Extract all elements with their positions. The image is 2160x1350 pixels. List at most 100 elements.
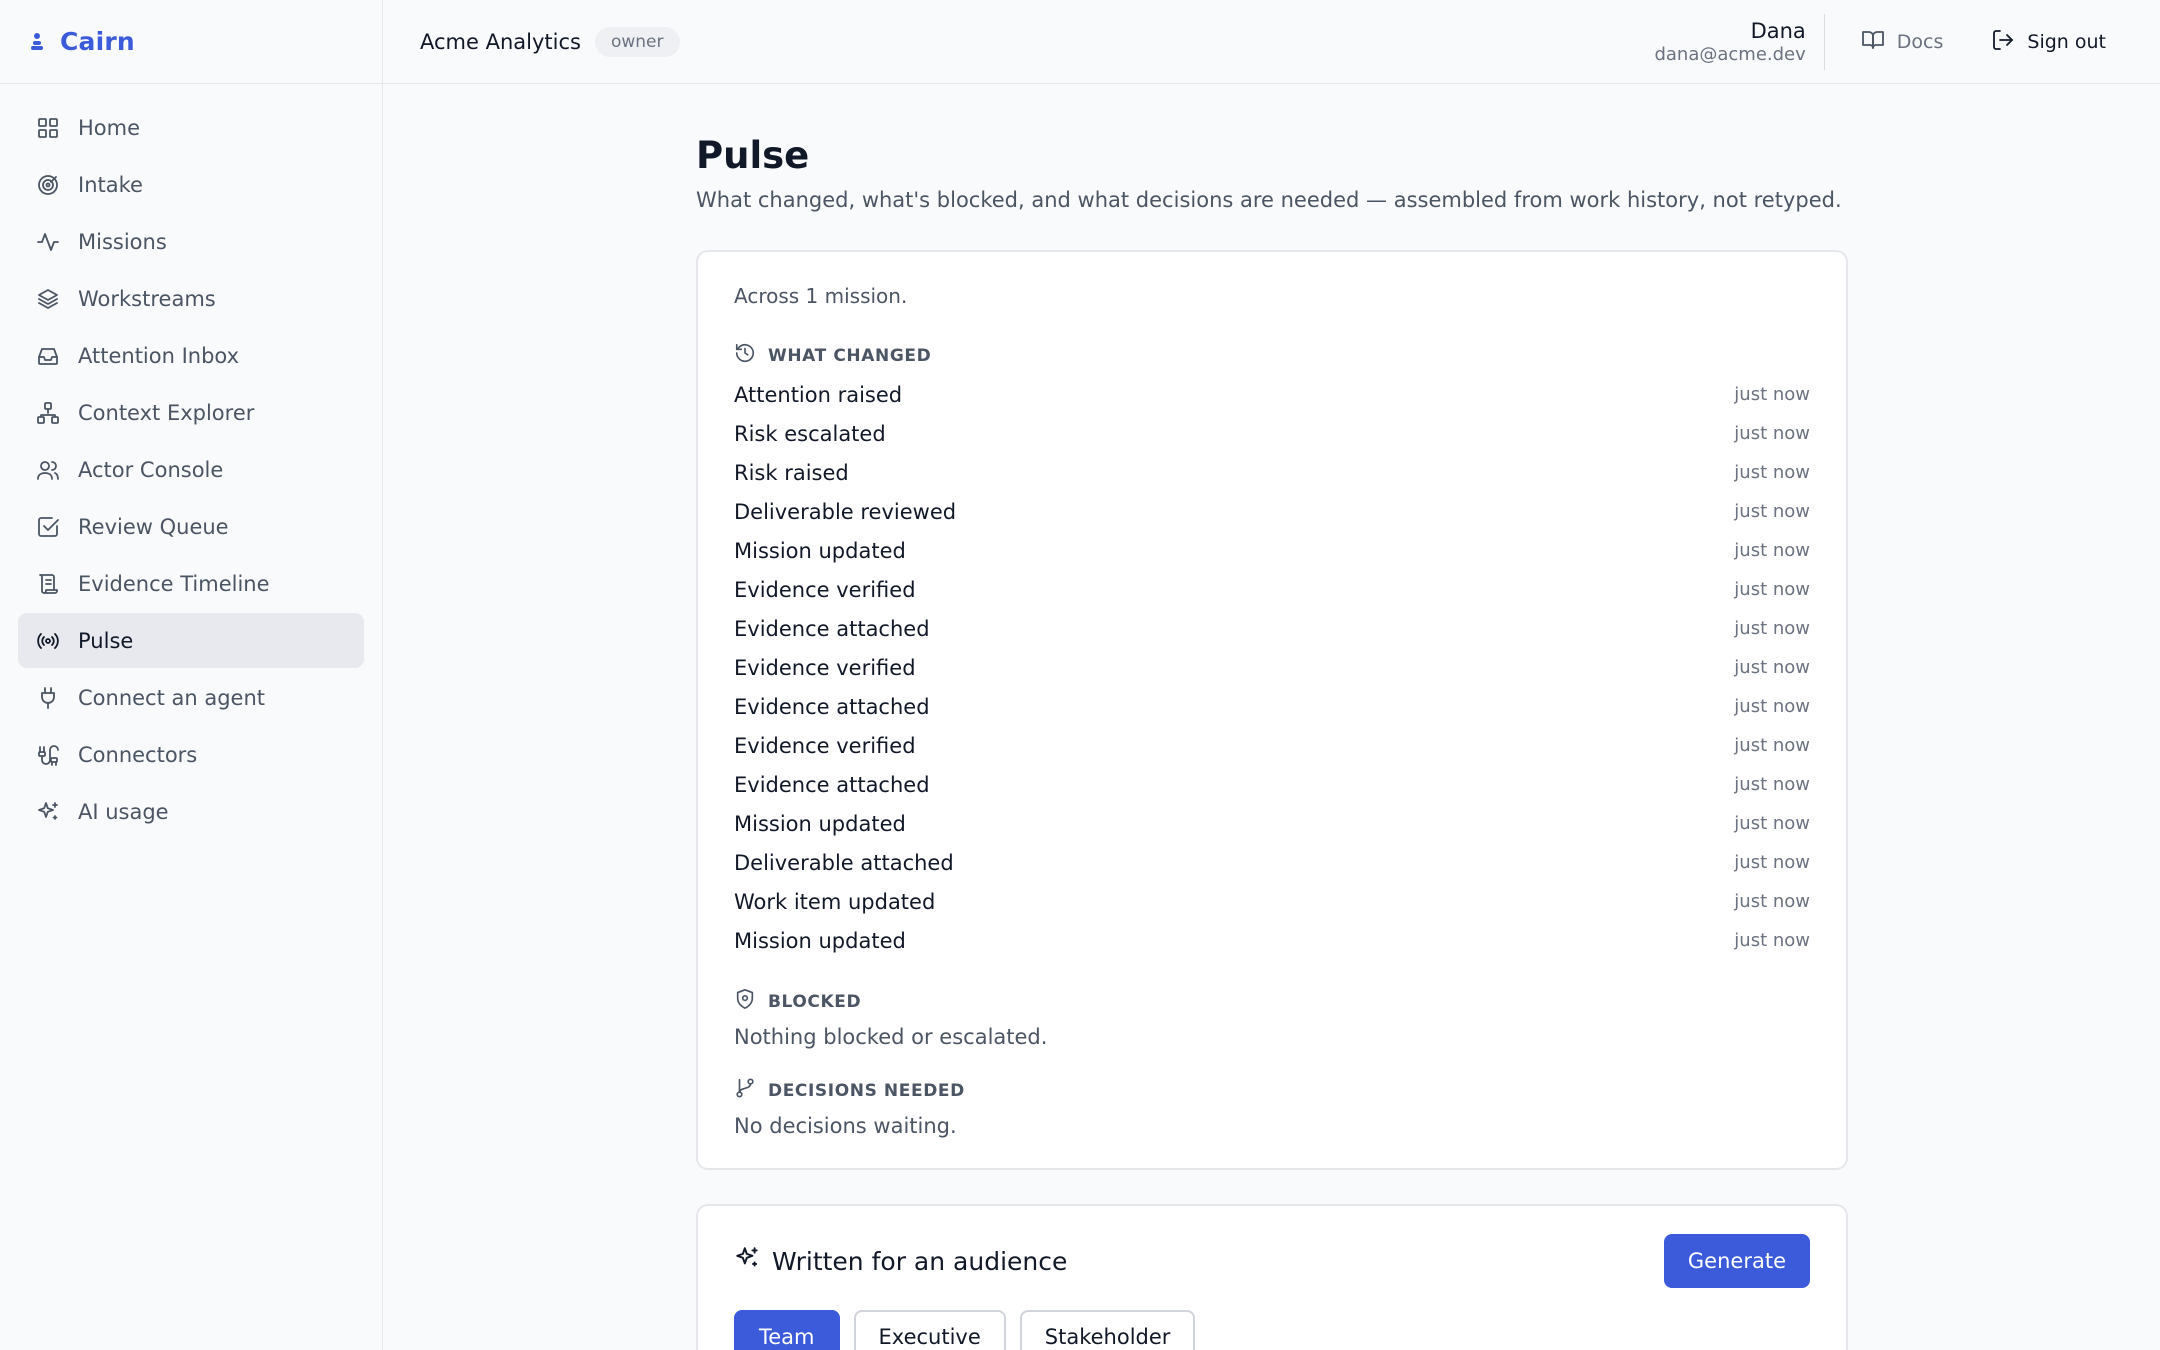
users-icon [36, 458, 60, 482]
decisions-empty: No decisions waiting. [734, 1114, 957, 1138]
history-icon [734, 342, 756, 369]
change-row: Evidence verified just now [734, 570, 1810, 609]
cable-icon [36, 743, 60, 767]
change-row: Risk escalated just now [734, 414, 1810, 453]
change-time: just now [1734, 618, 1810, 639]
change-time: just now [1734, 696, 1810, 717]
sidebar-item-connect-an-agent[interactable]: Connect an agent [18, 670, 364, 725]
sidebar-item-label: Missions [78, 229, 167, 254]
docs-link[interactable]: Docs [1861, 28, 1944, 57]
sidebar-item-label: Review Queue [78, 514, 229, 539]
sidebar-item-label: Context Explorer [78, 400, 255, 425]
audience-title: Written for an audience [734, 1245, 1067, 1277]
sidebar-item-label: Home [78, 115, 141, 140]
change-label: Evidence verified [734, 655, 916, 680]
sidebar-item-evidence-timeline[interactable]: Evidence Timeline [18, 556, 364, 611]
change-row: Evidence attached just now [734, 765, 1810, 804]
change-row: Deliverable reviewed just now [734, 492, 1810, 531]
shield-icon [734, 988, 756, 1015]
change-row: Mission updated just now [734, 531, 1810, 570]
blocked-empty: Nothing blocked or escalated. [734, 1025, 1048, 1049]
decisions-heading: DECISIONS NEEDED [734, 1077, 1810, 1104]
change-time: just now [1734, 501, 1810, 522]
sidebar-item-intake[interactable]: Intake [18, 157, 364, 212]
change-time: just now [1734, 540, 1810, 561]
blocked-heading: BLOCKED [734, 988, 1810, 1015]
audience-title-text: Written for an audience [772, 1246, 1068, 1276]
change-label: Mission updated [734, 811, 906, 836]
scroll-icon [36, 572, 60, 596]
audience-card: Written for an audience Generate Team Exe… [696, 1204, 1848, 1350]
change-row: Work item updated just now [734, 882, 1810, 921]
sidebar-item-label: Workstreams [78, 286, 216, 311]
what-changed-list: Attention raised just now Risk escalated ju… [734, 375, 1810, 960]
change-label: Mission updated [734, 928, 906, 953]
sidebar-item-home[interactable]: Home [18, 100, 364, 155]
generate-button[interactable]: Generate [1663, 1234, 1810, 1288]
sidebar-item-label: AI usage [78, 799, 169, 824]
sidebar-item-connectors[interactable]: Connectors [18, 727, 364, 782]
grid-icon [36, 116, 60, 140]
decisions-label: DECISIONS NEEDED [768, 1080, 965, 1101]
user-name: Dana [1750, 19, 1806, 43]
sidebar-item-label: Attention Inbox [78, 343, 240, 368]
brand[interactable]: Cairn [0, 0, 382, 84]
change-time: just now [1734, 462, 1810, 483]
change-label: Mission updated [734, 538, 906, 563]
book-icon [1861, 28, 1885, 57]
audience-header: Written for an audience Generate [734, 1234, 1810, 1288]
change-label: Evidence verified [734, 733, 916, 758]
sign-out-button[interactable]: Sign out [1991, 28, 2106, 57]
inbox-icon [36, 344, 60, 368]
change-label: Deliverable attached [734, 850, 954, 875]
change-row: Risk raised just now [734, 453, 1810, 492]
sidebar-nav: Home Intake Missions Workstreams Attention I… [0, 84, 382, 839]
change-label: Evidence attached [734, 616, 930, 641]
user-email: dana@acme.dev [1654, 44, 1806, 65]
sidebar-item-review-queue[interactable]: Review Queue [18, 499, 364, 554]
sidebar-item-ai-usage[interactable]: AI usage [18, 784, 364, 839]
sidebar-item-missions[interactable]: Missions [18, 214, 364, 269]
topbar-right: Dana dana@acme.dev Docs Sign out [1654, 0, 2160, 84]
page-title: Pulse [696, 134, 810, 177]
change-time: just now [1734, 735, 1810, 756]
git-branch-icon [734, 1077, 756, 1104]
blocked-label: BLOCKED [768, 991, 862, 1012]
sidebar-item-workstreams[interactable]: Workstreams [18, 271, 364, 326]
audience-option-team[interactable]: Team [734, 1310, 840, 1350]
docs-label: Docs [1896, 31, 1944, 53]
change-label: Evidence attached [734, 772, 930, 797]
sparkles-icon [36, 800, 60, 824]
audience-option-executive[interactable]: Executive [853, 1310, 1006, 1350]
sidebar-item-actor-console[interactable]: Actor Console [18, 442, 364, 497]
org-switcher[interactable]: Acme Analytics owner [383, 26, 680, 57]
check-square-icon [36, 515, 60, 539]
change-row: Evidence verified just now [734, 726, 1810, 765]
change-time: just now [1734, 891, 1810, 912]
topbar: Acme Analytics owner Dana dana@acme.dev … [383, 0, 2160, 84]
org-name: Acme Analytics [420, 29, 581, 54]
change-row: Evidence verified just now [734, 648, 1810, 687]
audience-option-stakeholder[interactable]: Stakeholder [1019, 1310, 1196, 1350]
log-out-icon [1991, 28, 2015, 57]
target-icon [36, 173, 60, 197]
app-root: Cairn Home Intake Missions Workstreams Atten… [0, 0, 2160, 1350]
brand-name: Cairn [60, 27, 135, 56]
page-subtitle: What changed, what's blocked, and what d… [696, 188, 1842, 212]
change-label: Risk escalated [734, 421, 886, 446]
sidebar-item-label: Actor Console [78, 457, 224, 482]
change-label: Deliverable reviewed [734, 499, 957, 524]
change-row: Evidence attached just now [734, 687, 1810, 726]
change-label: Evidence verified [734, 577, 916, 602]
sparkles-icon [734, 1245, 760, 1277]
change-row: Attention raised just now [734, 375, 1810, 414]
sidebar-item-context-explorer[interactable]: Context Explorer [18, 385, 364, 440]
sidebar-item-label: Connectors [78, 742, 198, 767]
plug-icon [36, 686, 60, 710]
activity-icon [36, 230, 60, 254]
sidebar-item-attention-inbox[interactable]: Attention Inbox [18, 328, 364, 383]
change-row: Deliverable attached just now [734, 843, 1810, 882]
sidebar-item-label: Pulse [78, 628, 134, 653]
sidebar-item-pulse[interactable]: Pulse [18, 613, 364, 668]
radio-icon [36, 629, 60, 653]
